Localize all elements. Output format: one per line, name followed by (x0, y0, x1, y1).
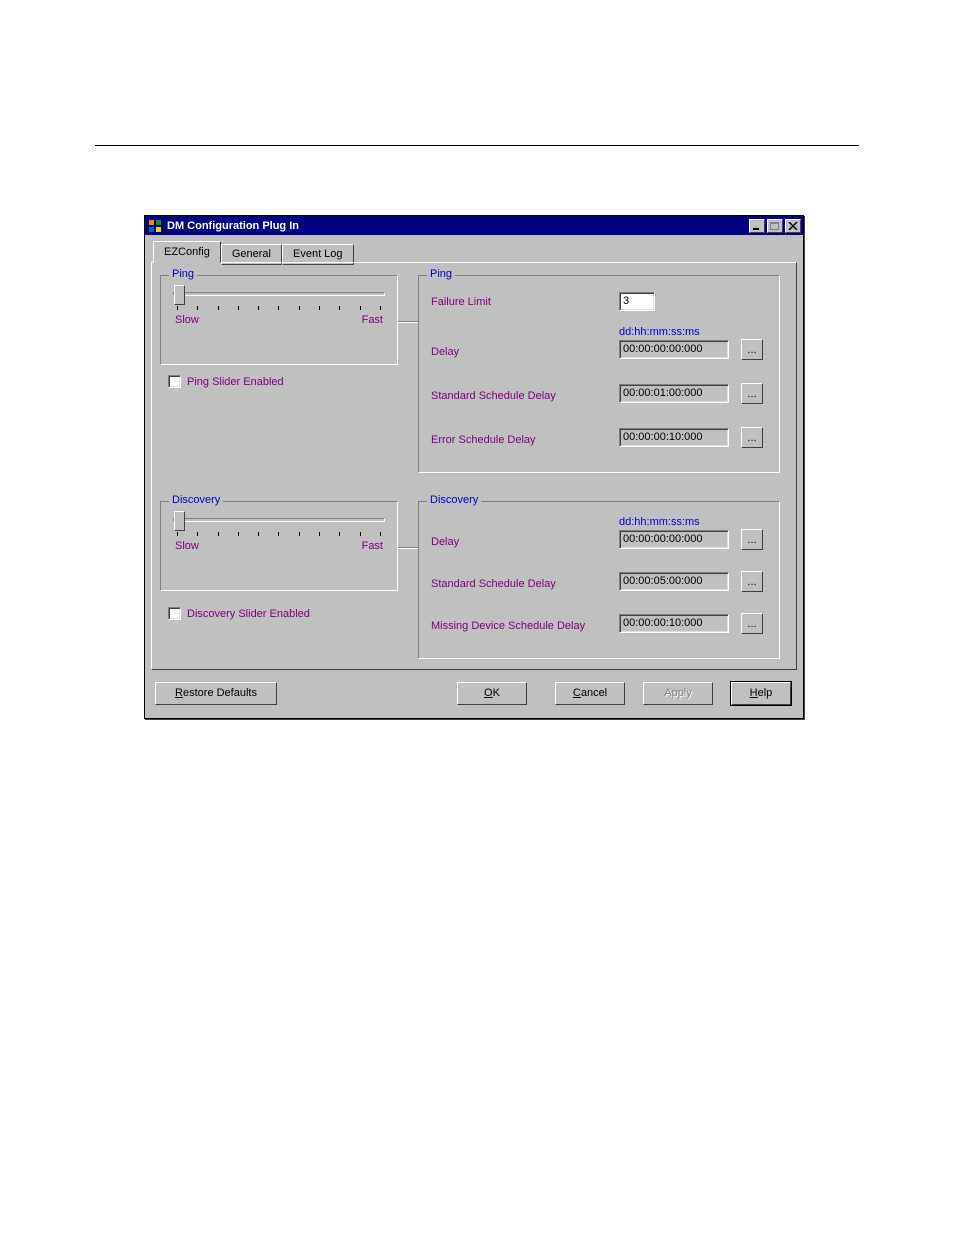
ping-std-delay-input[interactable]: 00:00:01:00:000 (619, 384, 729, 403)
ping-slider-enabled-checkbox[interactable] (168, 375, 181, 388)
window-title: DM Configuration Plug In (167, 220, 749, 232)
maximize-button (767, 219, 783, 233)
ping-delay-label: Delay (431, 346, 459, 358)
ping-settings-group: Ping Failure Limit 3 dd:hh:mm:ss:ms Dela… (418, 275, 780, 473)
discovery-slider-ticks (173, 532, 385, 536)
apply-button: Apply (643, 682, 713, 705)
tab-page-ezconfig: Ping Slow Fast (151, 262, 797, 670)
ping-slider-legend: Ping (169, 268, 197, 280)
discovery-settings-legend: Discovery (427, 494, 481, 506)
cancel-button[interactable]: Cancel (555, 682, 625, 705)
ping-settings-legend: Ping (427, 268, 455, 280)
discovery-slider-enabled-row[interactable]: Discovery Slider Enabled (168, 607, 310, 620)
ping-delay-browse-button[interactable]: ... (741, 339, 763, 360)
discovery-slider-enabled-checkbox[interactable] (168, 607, 181, 620)
discovery-slider[interactable]: Slow Fast (173, 518, 385, 552)
ping-std-delay-browse-button[interactable]: ... (741, 383, 763, 404)
discovery-std-delay-input[interactable]: 00:00:05:00:000 (619, 572, 729, 591)
discovery-missing-delay-input[interactable]: 00:00:00:10:000 (619, 614, 729, 633)
help-button[interactable]: Help (731, 682, 791, 705)
discovery-std-delay-browse-button[interactable]: ... (741, 571, 763, 592)
discovery-slider-track[interactable] (173, 518, 385, 522)
discovery-settings-group: Discovery dd:hh:mm:ss:ms Delay 00:00:00:… (418, 501, 780, 659)
ping-err-delay-input[interactable]: 00:00:00:10:000 (619, 428, 729, 447)
ping-slider-ticks (173, 306, 385, 310)
ping-connector (398, 321, 418, 323)
page-divider (95, 145, 859, 146)
ping-slider-group: Ping Slow Fast (160, 275, 398, 365)
discovery-slider-legend: Discovery (169, 494, 223, 506)
ping-slider-track[interactable] (173, 292, 385, 296)
discovery-slider-enabled-label: Discovery Slider Enabled (187, 608, 310, 620)
ping-std-delay-label: Standard Schedule Delay (431, 390, 556, 402)
discovery-missing-delay-browse-button[interactable]: ... (741, 613, 763, 634)
discovery-connector (398, 547, 418, 549)
restore-defaults-rest: estore Defaults (183, 687, 257, 699)
ping-slider-enabled-label: Ping Slider Enabled (187, 376, 284, 388)
discovery-missing-delay-label: Missing Device Schedule Delay (431, 620, 585, 632)
minimize-button[interactable] (749, 219, 765, 233)
ping-fast-label: Fast (362, 314, 383, 326)
ping-slider-thumb[interactable] (174, 285, 185, 305)
failure-limit-input[interactable]: 3 (619, 292, 655, 311)
close-button[interactable] (785, 219, 801, 233)
discovery-slider-group: Discovery Slow Fast (160, 501, 398, 591)
tab-strip: EZConfig General Event Log (151, 241, 797, 263)
ping-slider[interactable]: Slow Fast (173, 292, 385, 326)
discovery-format-hint: dd:hh:mm:ss:ms (619, 516, 700, 528)
ping-err-delay-label: Error Schedule Delay (431, 434, 536, 446)
app-icon (147, 218, 163, 234)
discovery-fast-label: Fast (362, 540, 383, 552)
discovery-slow-label: Slow (175, 540, 199, 552)
discovery-std-delay-label: Standard Schedule Delay (431, 578, 556, 590)
ping-delay-input[interactable]: 00:00:00:00:000 (619, 340, 729, 359)
config-window: DM Configuration Plug In EZConfig Genera… (144, 215, 804, 719)
ping-format-hint: dd:hh:mm:ss:ms (619, 326, 700, 338)
discovery-delay-label: Delay (431, 536, 459, 548)
ping-err-delay-browse-button[interactable]: ... (741, 427, 763, 448)
restore-defaults-button[interactable]: Restore Defaults (155, 682, 277, 705)
failure-limit-label: Failure Limit (431, 296, 491, 308)
discovery-slider-thumb[interactable] (174, 511, 185, 531)
discovery-delay-browse-button[interactable]: ... (741, 529, 763, 550)
ok-button[interactable]: OK (457, 682, 527, 705)
title-bar[interactable]: DM Configuration Plug In (145, 216, 803, 235)
discovery-delay-input[interactable]: 00:00:00:00:000 (619, 530, 729, 549)
tab-ezconfig[interactable]: EZConfig (153, 241, 221, 263)
ping-slow-label: Slow (175, 314, 199, 326)
ping-slider-enabled-row[interactable]: Ping Slider Enabled (168, 375, 284, 388)
